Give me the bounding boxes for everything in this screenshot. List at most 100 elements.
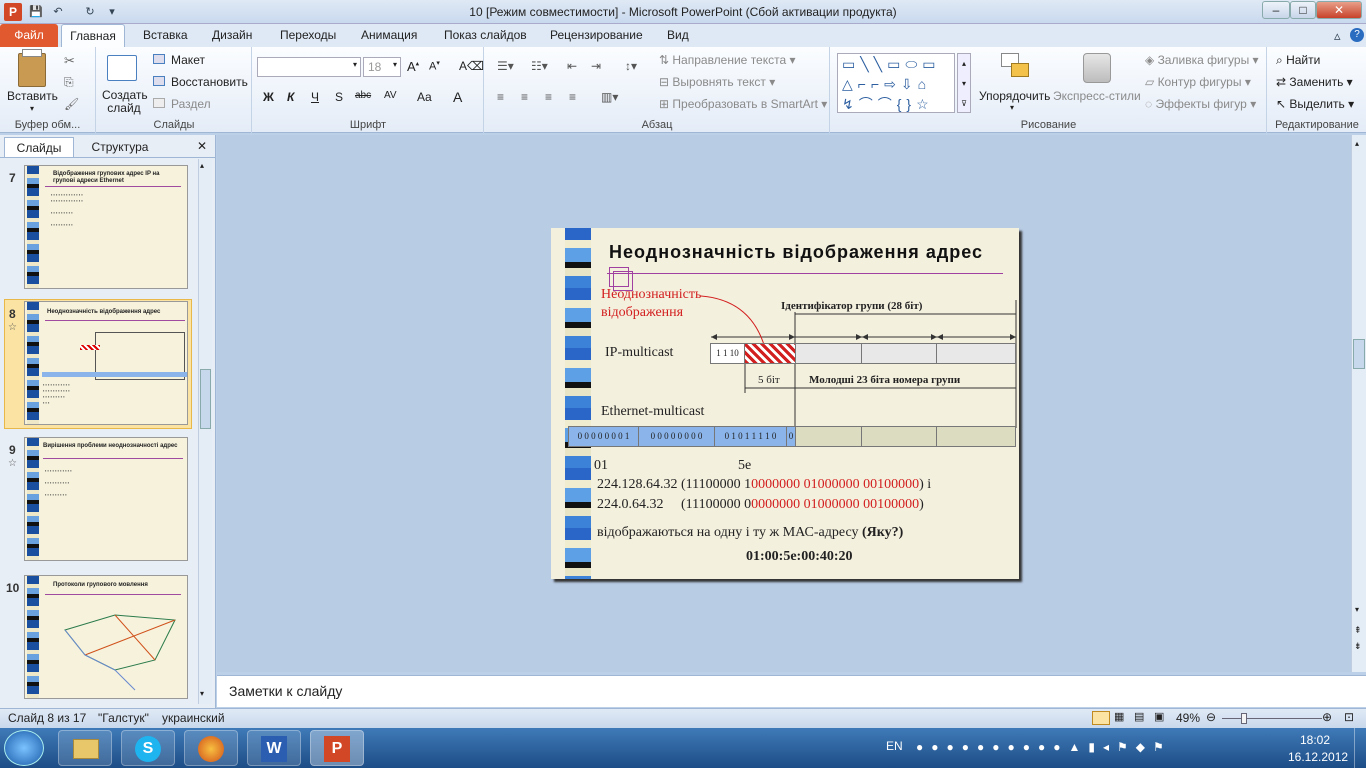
tray-icons[interactable]: ●●●●●●●●●●▲▮◂⚑◆⚑: [916, 740, 1172, 754]
ip-bits-cell[interactable]: [861, 343, 937, 364]
zoom-out-icon[interactable]: ⊖: [1206, 710, 1216, 724]
ip-prefix-cell[interactable]: 1 1 10: [710, 343, 745, 364]
maps-to-text[interactable]: відображаються на одну і ту ж МАС-адресу…: [597, 525, 903, 541]
tab-insert[interactable]: Вставка: [143, 28, 188, 42]
arrange-icon[interactable]: [1001, 53, 1031, 83]
tab-home[interactable]: Главная: [61, 24, 125, 48]
new-slide-icon[interactable]: [107, 55, 137, 81]
reading-view-icon[interactable]: ▤: [1134, 710, 1144, 723]
clear-format-icon[interactable]: A⌫: [459, 59, 484, 73]
slide-thumbnail-7[interactable]: Відображення групових адрес IP на групов…: [24, 165, 188, 289]
text-direction-button[interactable]: ⇅ Направление текста ▾: [659, 53, 796, 67]
tab-transitions[interactable]: Переходы: [280, 28, 336, 42]
shapes-gallery-scroll[interactable]: ▴ ▾ ⊽: [957, 53, 971, 113]
smartart-button[interactable]: ⊞ Преобразовать в SmartArt ▾: [659, 97, 827, 111]
minimize-button[interactable]: –: [1262, 1, 1290, 19]
group-id-label[interactable]: Ідентифікатор групи (28 біт): [781, 300, 923, 312]
font-size-input[interactable]: 18 ▾: [363, 57, 401, 77]
ethernet-multicast-label[interactable]: Ethernet-multicast: [601, 404, 704, 420]
close-pane-icon[interactable]: ✕: [197, 139, 207, 153]
paste-button[interactable]: Вставить: [7, 89, 58, 103]
shapes-gallery[interactable]: ▭╲╲▭⬭▭ △⌐⌐⇨⇩⌂ ↯⌒⌒{}☆: [837, 53, 955, 113]
slide-thumbnail-8[interactable]: Неоднозначність відображення адрес ▪ ▪ ▪…: [24, 301, 188, 425]
eth-byte-cell[interactable]: 0 1 0 1 1 1 1 0: [714, 426, 787, 447]
strikethrough-button[interactable]: abc: [355, 90, 371, 101]
eth-bits-cell[interactable]: [936, 426, 1016, 447]
arrange-button[interactable]: Упорядочить: [979, 89, 1050, 103]
shape-outline-button[interactable]: ▱ Контур фигуры ▾: [1145, 75, 1251, 89]
italic-button[interactable]: К: [287, 90, 294, 104]
cut-icon[interactable]: ✂: [64, 53, 75, 69]
find-button[interactable]: ⌕ Найти: [1276, 53, 1320, 68]
skype-taskbar-button[interactable]: S: [121, 730, 175, 766]
shape-effects-button[interactable]: ◌ Эффекты фигур ▾: [1145, 97, 1256, 111]
sorter-view-icon[interactable]: ▦: [1114, 710, 1124, 723]
tab-animation[interactable]: Анимация: [361, 28, 417, 42]
tab-view[interactable]: Вид: [667, 28, 689, 42]
tab-slides[interactable]: Слайды: [4, 137, 74, 157]
zoom-slider[interactable]: [1222, 718, 1322, 719]
mac-address[interactable]: 01:00:5e:00:40:20: [746, 549, 853, 565]
quick-styles-button[interactable]: Экспресс-стили: [1053, 89, 1141, 103]
copy-icon[interactable]: ⎘: [64, 75, 74, 90]
columns-icon[interactable]: ▥▾: [601, 90, 618, 104]
hex-01-label[interactable]: 01: [594, 458, 608, 474]
slideshow-view-icon[interactable]: ▣: [1154, 710, 1164, 723]
pane-scroll-thumb[interactable]: [200, 369, 211, 429]
slide-thumbnail-9[interactable]: Вирішення проблеми неоднозначності адрес…: [24, 437, 188, 561]
five-bit-label[interactable]: 5 біт: [758, 374, 780, 386]
help-icon[interactable]: ?: [1350, 28, 1364, 42]
line-spacing-icon[interactable]: ↕▾: [625, 59, 637, 73]
address-line-2[interactable]: 224.0.64.32 (11100000 00000000 01000000 …: [597, 497, 924, 513]
explorer-taskbar-button[interactable]: [58, 730, 112, 766]
grow-font-icon[interactable]: A▴: [407, 59, 419, 74]
tab-outline[interactable]: Структура: [80, 137, 160, 157]
bullets-icon[interactable]: ☰▾: [497, 59, 514, 73]
spacing-button[interactable]: AV: [384, 90, 397, 101]
canvas-scrollbar[interactable]: ▴ ▾ ⇞ ⇟: [1351, 135, 1366, 672]
language-indicator[interactable]: украинский: [162, 711, 225, 725]
numbering-icon[interactable]: ☷▾: [531, 59, 548, 73]
powerpoint-taskbar-button[interactable]: P: [310, 730, 364, 766]
tab-review[interactable]: Рецензирование: [550, 28, 643, 42]
justify-icon[interactable]: ≡: [569, 90, 576, 104]
replace-button[interactable]: ⇄ Заменить ▾: [1276, 75, 1353, 89]
start-button[interactable]: [4, 730, 44, 766]
align-left-icon[interactable]: ≡: [497, 90, 504, 104]
ip-bits-cell[interactable]: [936, 343, 1016, 364]
ip-bits-cell[interactable]: [795, 343, 862, 364]
maximize-button[interactable]: □: [1290, 1, 1316, 19]
bold-button[interactable]: Ж: [263, 90, 274, 104]
eth-bits-cell[interactable]: [795, 426, 862, 447]
increase-indent-icon[interactable]: ⇥: [591, 59, 601, 73]
theme-name[interactable]: "Галстук": [98, 711, 149, 725]
shadow-button[interactable]: S: [335, 90, 343, 104]
shape-fill-button[interactable]: ◈ Заливка фигуры ▾: [1145, 53, 1259, 67]
change-case-button[interactable]: Aa: [417, 90, 432, 104]
prev-slide-icon[interactable]: ⇞: [1354, 625, 1362, 636]
font-name-input[interactable]: ▾: [257, 57, 361, 77]
align-text-button[interactable]: ⊟ Выровнять текст ▾: [659, 75, 775, 89]
align-right-icon[interactable]: ≡: [545, 90, 552, 104]
layout-button[interactable]: Макет: [171, 53, 205, 67]
font-color-button[interactable]: A: [453, 89, 462, 105]
close-button[interactable]: ✕: [1316, 1, 1362, 19]
fit-to-window-icon[interactable]: ⊡: [1344, 710, 1354, 724]
firefox-taskbar-button[interactable]: [184, 730, 238, 766]
section-button[interactable]: Раздел: [171, 97, 211, 111]
notes-pane[interactable]: Заметки к слайду: [217, 675, 1366, 707]
input-language[interactable]: EN: [886, 739, 903, 753]
paste-icon[interactable]: [18, 53, 46, 87]
eth-byte-cell[interactable]: 0 0 0 0 0 0 0 1: [568, 426, 639, 447]
quick-styles-icon[interactable]: [1083, 53, 1111, 83]
eth-bits-cell[interactable]: [861, 426, 937, 447]
underline-button[interactable]: Ч: [311, 90, 319, 104]
show-desktop-button[interactable]: [1354, 728, 1366, 768]
next-slide-icon[interactable]: ⇟: [1354, 641, 1362, 652]
slide-thumbnail-10[interactable]: Протоколи групового мовлення: [24, 575, 188, 699]
shrink-font-icon[interactable]: A▾: [429, 59, 440, 73]
decrease-indent-icon[interactable]: ⇤: [567, 59, 577, 73]
ambiguous-5bit-cell[interactable]: [744, 343, 796, 364]
new-slide-button[interactable]: Создать слайд: [102, 89, 148, 115]
eth-byte-cell[interactable]: 0 0 0 0 0 0 0 0: [638, 426, 715, 447]
